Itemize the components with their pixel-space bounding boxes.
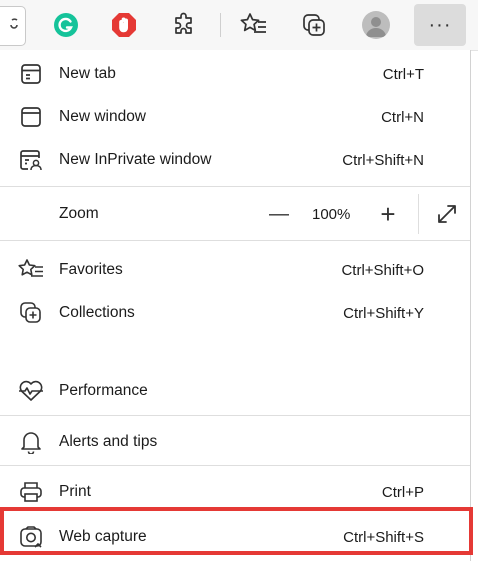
menu-label: New tab [59,65,116,82]
menu-label: Print [59,483,91,500]
menu-shortcut: Ctrl+Shift+N [342,151,424,169]
collections-icon [18,301,44,325]
menu-shortcut: Ctrl+Shift+Y [343,304,424,322]
menu-label: New window [59,108,147,125]
menu-label: Favorites [59,261,123,278]
favorites-icon [18,258,44,282]
zoom-level: 100% [312,205,351,223]
browser-toolbar: ··· [0,0,478,51]
menu-divider [0,186,470,187]
menu-divider [0,415,470,416]
toolbar-separator [220,13,221,37]
grammarly-icon[interactable] [46,5,86,45]
new-tab-icon [18,62,44,86]
menu-shortcut: Ctrl+N [381,108,424,126]
menu-divider [0,465,470,466]
new-window-icon [18,105,44,129]
menu-label: Alerts and tips [59,433,158,450]
menu-divider [0,240,470,241]
menu-item-new-tab[interactable]: New tab Ctrl+T [0,54,470,94]
settings-menu: New tab Ctrl+T New window Ctrl+N New InP… [0,50,471,561]
extensions-icon[interactable] [164,5,204,45]
menu-shortcut: Ctrl+T [382,65,424,83]
menu-item-alerts-and-tips[interactable]: Alerts and tips [0,422,470,462]
inprivate-window-icon [18,148,44,172]
menu-shortcut: Ctrl+P [381,483,424,501]
favorites-icon[interactable] [234,5,274,45]
zoom-out-icon: — [269,202,289,225]
zoom-out-button[interactable]: — [265,200,293,228]
more-dots: ··· [428,13,452,36]
profile-icon[interactable] [356,5,396,45]
highlight-box [0,507,473,555]
menu-item-print[interactable]: Print Ctrl+P [0,472,470,512]
collections-icon[interactable] [294,5,334,45]
zoom-in-icon: + [380,199,396,229]
printer-icon [18,480,44,504]
menu-label: Performance [59,382,148,399]
site-info-icon[interactable] [9,17,21,38]
zoom-separator [418,194,419,234]
avatar [362,11,390,39]
menu-item-favorites[interactable]: Favorites Ctrl+Shift+O [0,250,470,290]
menu-item-collections[interactable]: Collections Ctrl+Shift+Y [0,293,470,333]
address-bar-edge[interactable] [0,6,26,46]
menu-shortcut: Ctrl+Shift+O [341,261,424,279]
menu-item-zoom: Zoom — 100% + [0,194,470,234]
more-icon[interactable]: ··· [414,4,466,46]
menu-item-new-window[interactable]: New window Ctrl+N [0,97,470,137]
adblock-icon[interactable] [104,5,144,45]
performance-icon [18,379,44,403]
fullscreen-icon[interactable] [432,199,462,229]
bell-icon [18,430,44,454]
zoom-in-button[interactable]: + [374,200,402,228]
menu-item-performance[interactable]: Performance [0,371,470,411]
menu-label: Collections [59,304,135,321]
zoom-label: Zoom [59,205,99,222]
menu-label: New InPrivate window [59,151,212,168]
menu-item-new-inprivate[interactable]: New InPrivate window Ctrl+Shift+N [0,140,470,180]
